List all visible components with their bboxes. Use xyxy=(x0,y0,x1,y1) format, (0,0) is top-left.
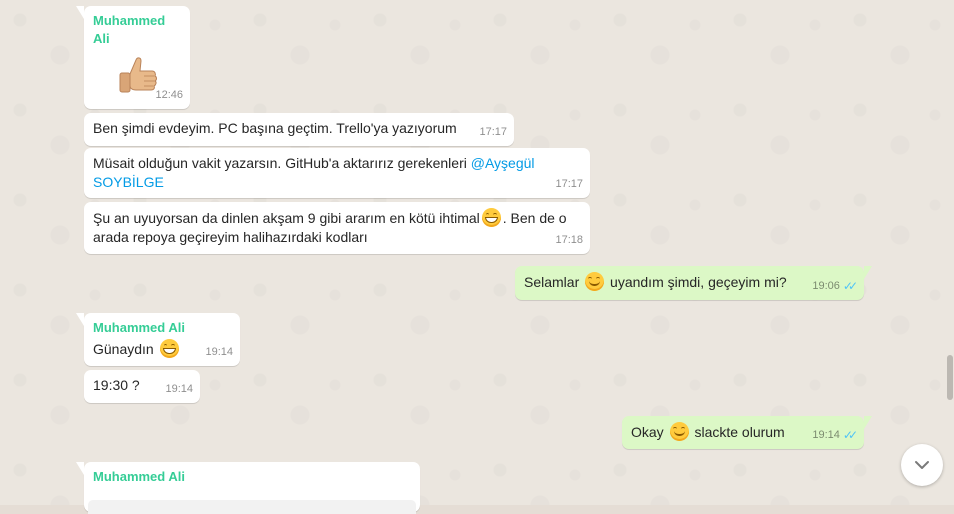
read-receipt-icon: ✓✓ xyxy=(842,279,858,293)
message-text: . Ben de o xyxy=(502,210,567,226)
sender-name[interactable]: Muhammed Ali xyxy=(93,319,231,337)
message-bubble[interactable]: Müsait olduğun vakit yazarsın. GitHub'a … xyxy=(84,148,590,198)
sender-name[interactable]: Muhammed Ali xyxy=(93,12,181,48)
message-time: 17:18 xyxy=(555,234,583,246)
message-time: 19:14 xyxy=(205,346,233,358)
message-bubble[interactable]: Muhammed Ali 12:46 xyxy=(76,6,190,109)
message-text: slackte olurum xyxy=(694,424,785,440)
message-text: uyandım şimdi, geçeyim mi? xyxy=(610,274,787,290)
message-bubble[interactable]: Okay slackte olurum 19:14 ✓✓ xyxy=(622,416,872,449)
message-time: 17:17 xyxy=(555,178,583,190)
message-text: Müsait olduğun vakit yazarsın. GitHub'a … xyxy=(93,155,467,171)
message-time: 19:06 ✓✓ xyxy=(812,277,858,296)
message-time: 19:14 ✓✓ xyxy=(812,426,858,445)
message-text: arada repoya geçireyim halihazırdaki kod… xyxy=(93,229,368,245)
link-preview[interactable] xyxy=(88,500,416,514)
message-time: 19:14 xyxy=(165,383,193,395)
message-text: Şu an uyuyorsan da dinlen akşam 9 gibi a… xyxy=(93,210,480,226)
scroll-to-bottom-button[interactable] xyxy=(901,444,943,486)
message-bubble[interactable]: Şu an uyuyorsan da dinlen akşam 9 gibi a… xyxy=(84,202,590,254)
sender-name[interactable]: Muhammed Ali xyxy=(93,468,411,486)
message-text: 19:30 ? xyxy=(93,377,140,393)
message-bubble[interactable]: Selamlar uyandım şimdi, geçeyim mi? 19:0… xyxy=(515,266,872,300)
message-text: Günaydın xyxy=(93,341,154,357)
read-receipt-icon: ✓✓ xyxy=(842,428,858,442)
smile-emoji-icon xyxy=(669,422,689,441)
message-bubble[interactable]: Ben şimdi evdeyim. PC başına geçtim. Tre… xyxy=(84,113,514,146)
grin-emoji-icon xyxy=(159,339,179,358)
message-time: 12:46 xyxy=(155,89,183,101)
chevron-down-icon xyxy=(915,461,929,469)
message-bubble[interactable]: 19:30 ? 19:14 xyxy=(84,370,200,403)
message-text: Okay xyxy=(631,424,664,440)
message-text: Ben şimdi evdeyim. PC başına geçtim. Tre… xyxy=(93,120,457,136)
message-bubble[interactable]: Muhammed Ali Günaydın 19:14 xyxy=(76,313,240,366)
grin-emoji-icon xyxy=(481,208,501,227)
message-text: Selamlar xyxy=(524,274,580,290)
message-time: 17:17 xyxy=(479,126,507,138)
scrollbar[interactable] xyxy=(946,0,954,505)
smile-emoji-icon xyxy=(585,272,605,291)
scrollbar-thumb[interactable] xyxy=(947,355,953,400)
